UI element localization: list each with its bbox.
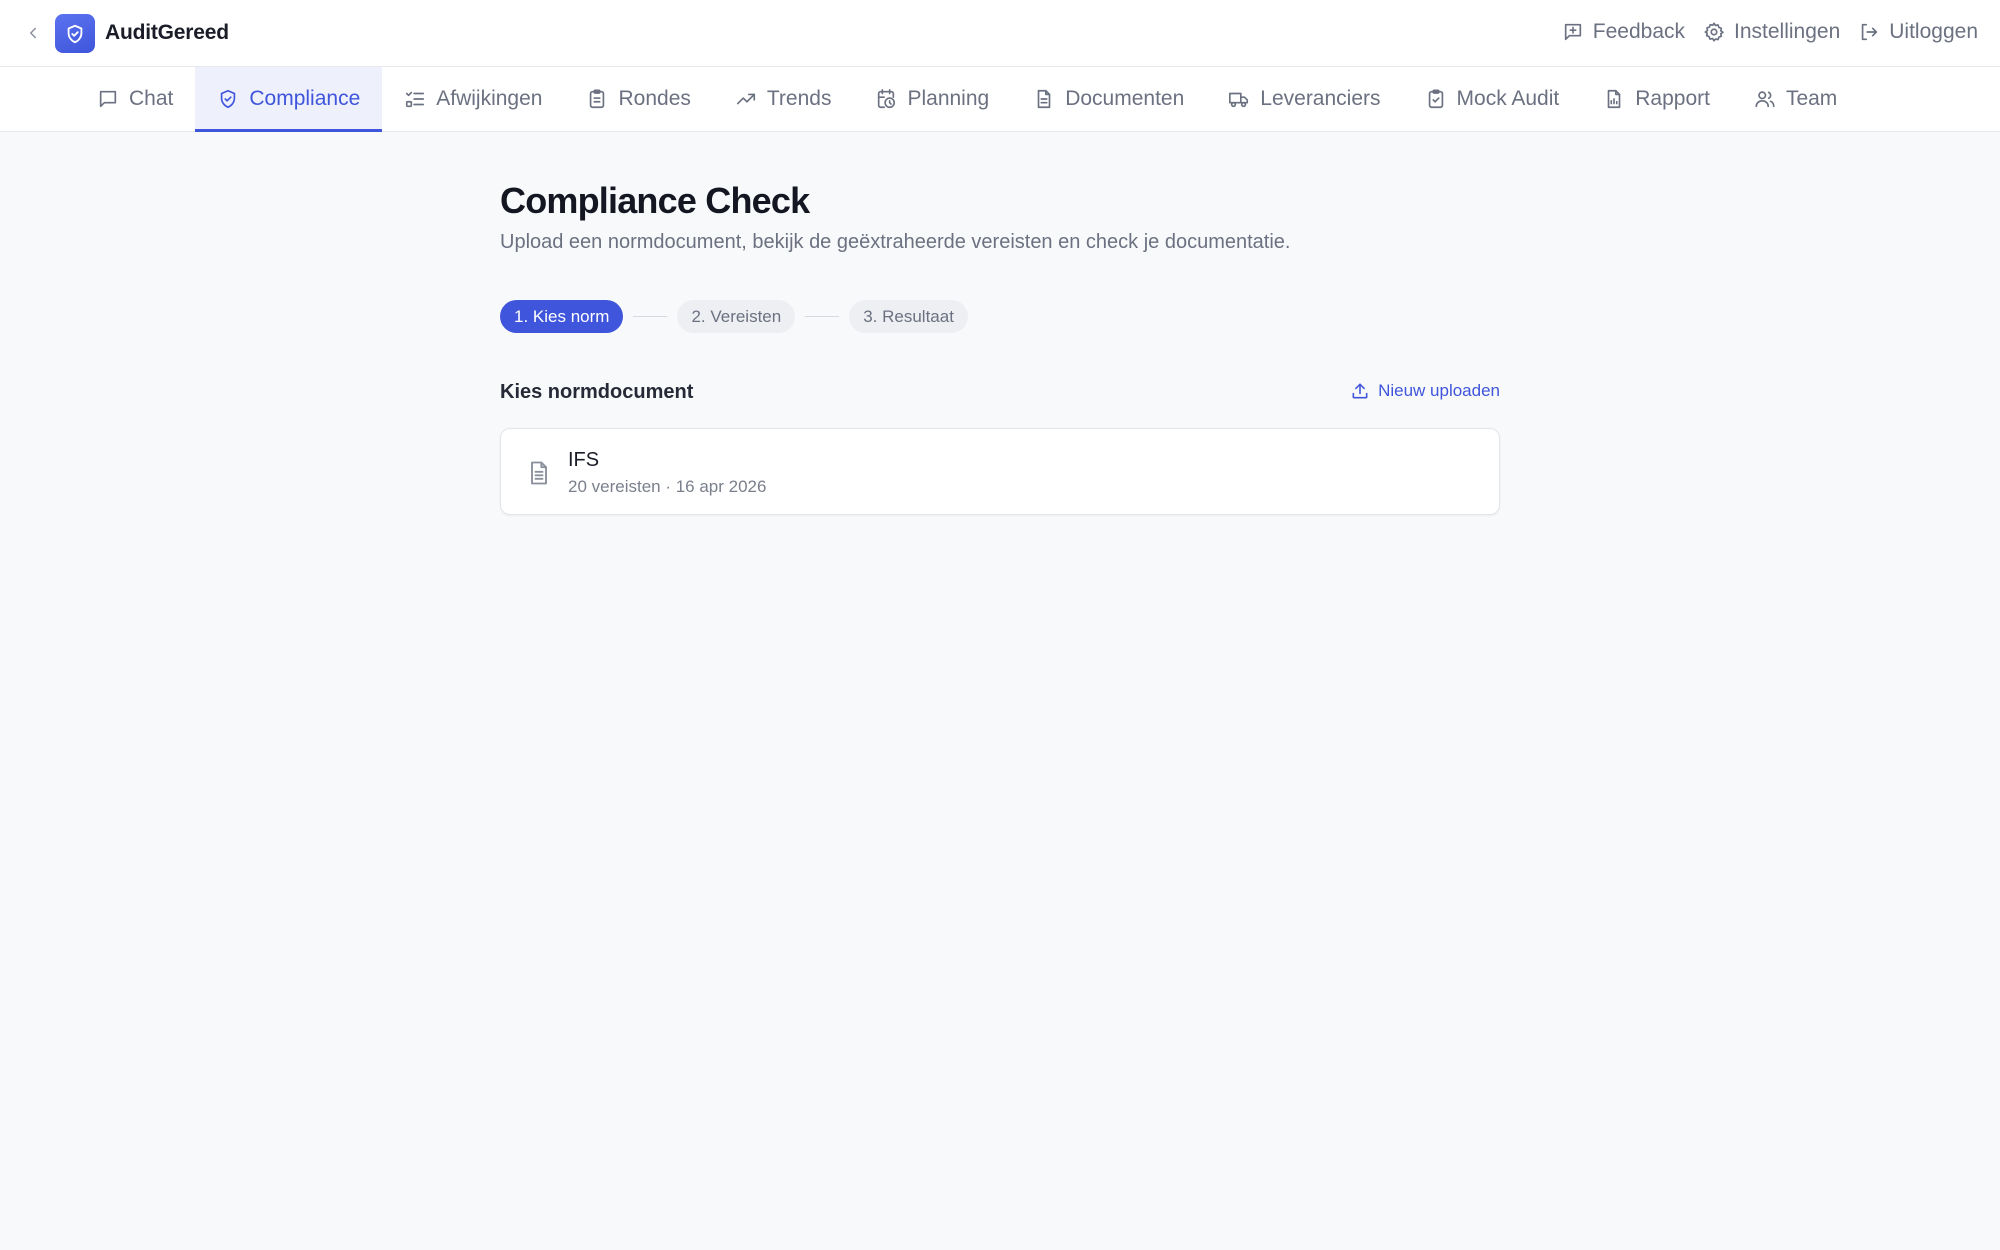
tab-label: Compliance <box>249 87 361 110</box>
tab-team[interactable]: Team <box>1732 67 1859 131</box>
chat-icon <box>99 90 117 108</box>
shield-check-icon <box>221 89 236 109</box>
logout-label: Uitloggen <box>1889 20 1978 43</box>
trending-up-icon <box>736 93 755 105</box>
chevron-left-icon <box>30 27 36 39</box>
gear-icon <box>1704 22 1724 42</box>
shield-check-icon <box>67 24 83 43</box>
tab-label: Afwijkingen <box>436 87 543 110</box>
feedback-button[interactable]: Feedback <box>1562 20 1685 44</box>
nav-tabs: Chat Compliance Afwijkingen Rondes Trend… <box>75 67 1859 132</box>
settings-button[interactable]: Instellingen <box>1703 20 1840 44</box>
upload-new-button[interactable]: Nieuw uploaden <box>1350 381 1500 401</box>
logout-button[interactable]: Uitloggen <box>1858 20 1978 44</box>
step-kies-norm[interactable]: 1. Kies norm <box>500 300 624 333</box>
tab-mock-audit[interactable]: Mock Audit <box>1403 67 1582 131</box>
feedback-label: Feedback <box>1592 20 1686 43</box>
tab-trends[interactable]: Trends <box>713 67 854 131</box>
step-connector <box>805 316 840 317</box>
main-navigation: Chat Compliance Afwijkingen Rondes Trend… <box>0 67 2000 132</box>
tab-label: Rapport <box>1635 87 1710 110</box>
tab-label: Chat <box>129 87 174 110</box>
page-subtitle: Upload een normdocument, bekijk de geëxt… <box>500 231 1291 253</box>
app-title: AuditGereed <box>105 21 229 44</box>
document-icon <box>1037 89 1051 109</box>
document-meta: 20 vereisten · 16 apr 2026 <box>568 477 767 496</box>
tab-afwijkingen[interactable]: Afwijkingen <box>382 67 564 131</box>
tab-label: Team <box>1785 87 1838 110</box>
tab-label: Leveranciers <box>1260 87 1381 110</box>
step-connector <box>633 316 668 317</box>
upload-label: Nieuw uploaden <box>1378 381 1500 400</box>
document-icon <box>531 461 547 485</box>
tab-label: Rondes <box>618 87 691 110</box>
tab-label: Trends <box>766 87 832 110</box>
upload-icon <box>1352 383 1368 399</box>
step-resultaat[interactable]: 3. Resultaat <box>849 300 968 333</box>
step-vereisten[interactable]: 2. Vereisten <box>677 300 796 333</box>
tab-chat[interactable]: Chat <box>75 67 195 131</box>
top-bar: AuditGereed Feedback Instellingen Uitlog… <box>0 0 2000 67</box>
tab-label: Planning <box>907 87 990 110</box>
app-logo[interactable] <box>55 14 95 53</box>
tab-planning[interactable]: Planning <box>853 67 1011 131</box>
tab-label: Documenten <box>1065 87 1185 110</box>
clipboard-icon <box>590 89 605 109</box>
truck-icon <box>1229 92 1249 108</box>
tab-rondes[interactable]: Rondes <box>564 67 712 131</box>
checklist-icon <box>406 91 425 108</box>
feedback-icon <box>1564 23 1581 41</box>
tab-documenten[interactable]: Documenten <box>1011 67 1206 131</box>
header-actions: Feedback Instellingen Uitloggen <box>1562 20 1978 44</box>
logout-icon <box>1862 23 1878 41</box>
users-icon <box>1755 91 1775 108</box>
tab-label: Mock Audit <box>1456 87 1560 110</box>
calendar-clock-icon <box>878 89 896 109</box>
document-card-ifs[interactable]: IFS 20 vereisten · 16 apr 2026 <box>500 428 1500 515</box>
report-icon <box>1607 89 1621 109</box>
back-button[interactable] <box>22 22 44 44</box>
settings-label: Instellingen <box>1734 20 1841 43</box>
tab-leveranciers[interactable]: Leveranciers <box>1206 67 1402 131</box>
page-title: Compliance Check <box>500 180 810 221</box>
section-title: Kies normdocument <box>500 381 694 403</box>
stepper: 1. Kies norm 2. Vereisten 3. Resultaat <box>500 300 968 333</box>
clipboard-check-icon <box>1428 89 1443 109</box>
tab-rapport[interactable]: Rapport <box>1581 67 1732 131</box>
document-name: IFS <box>568 449 600 471</box>
tab-compliance[interactable]: Compliance <box>195 67 383 132</box>
